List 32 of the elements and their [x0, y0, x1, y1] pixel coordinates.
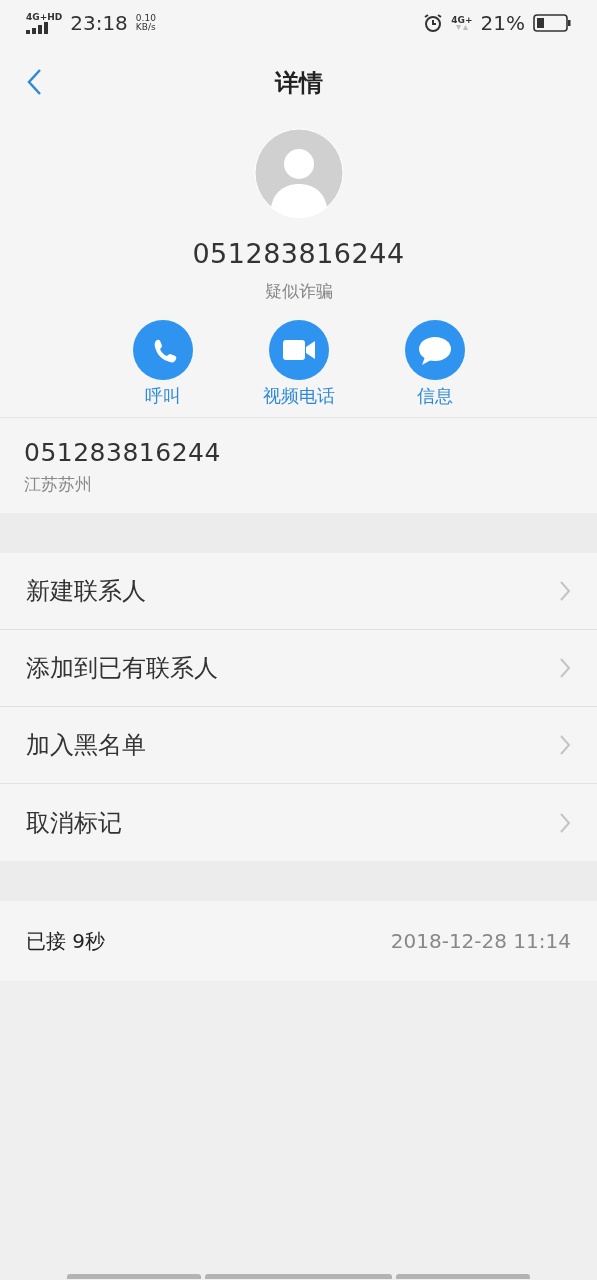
menu-item[interactable]: 取消标记: [0, 784, 597, 861]
alarm-icon: [423, 13, 444, 33]
back-icon: [26, 68, 42, 96]
data-arrows-icon: [455, 24, 468, 31]
chevron-icon: [559, 734, 571, 756]
battery-percent: 21%: [480, 10, 525, 37]
speed-value: 0.10: [135, 14, 156, 23]
menu-item[interactable]: 加入黑名单: [0, 707, 597, 784]
phone-number: 051283816244: [192, 237, 405, 271]
network-label: 4G+: [451, 15, 473, 25]
speed-unit: KB/s: [135, 23, 156, 32]
clock-time: 23:18: [70, 10, 128, 37]
menu-item[interactable]: 添加到已有联系人: [0, 630, 597, 707]
call-time: 2018-12-28 11:14: [390, 928, 571, 955]
chat-bubble-icon: [404, 320, 465, 380]
phone-number: 051283816244: [24, 437, 222, 469]
back-button[interactable]: [26, 68, 42, 96]
chevron-icon: [559, 580, 571, 602]
avatar-icon: [253, 128, 344, 218]
menu-item[interactable]: 新建联系人: [0, 553, 597, 630]
signal-icon: [26, 21, 48, 34]
action-button[interactable]: 信息: [366, 320, 503, 409]
chevron-icon: [559, 657, 571, 679]
battery-icon: [533, 14, 571, 32]
video-camera-icon: [268, 320, 329, 380]
phone-icon: [132, 320, 193, 380]
call-status: 已接 9秒: [26, 928, 107, 955]
page-title: 详情: [274, 68, 323, 99]
caller-tag: 疑似诈骗: [264, 278, 333, 304]
location-text: 江苏苏州: [24, 472, 93, 496]
chevron-icon: [559, 811, 571, 834]
network-label: 4G+HD: [26, 12, 63, 22]
